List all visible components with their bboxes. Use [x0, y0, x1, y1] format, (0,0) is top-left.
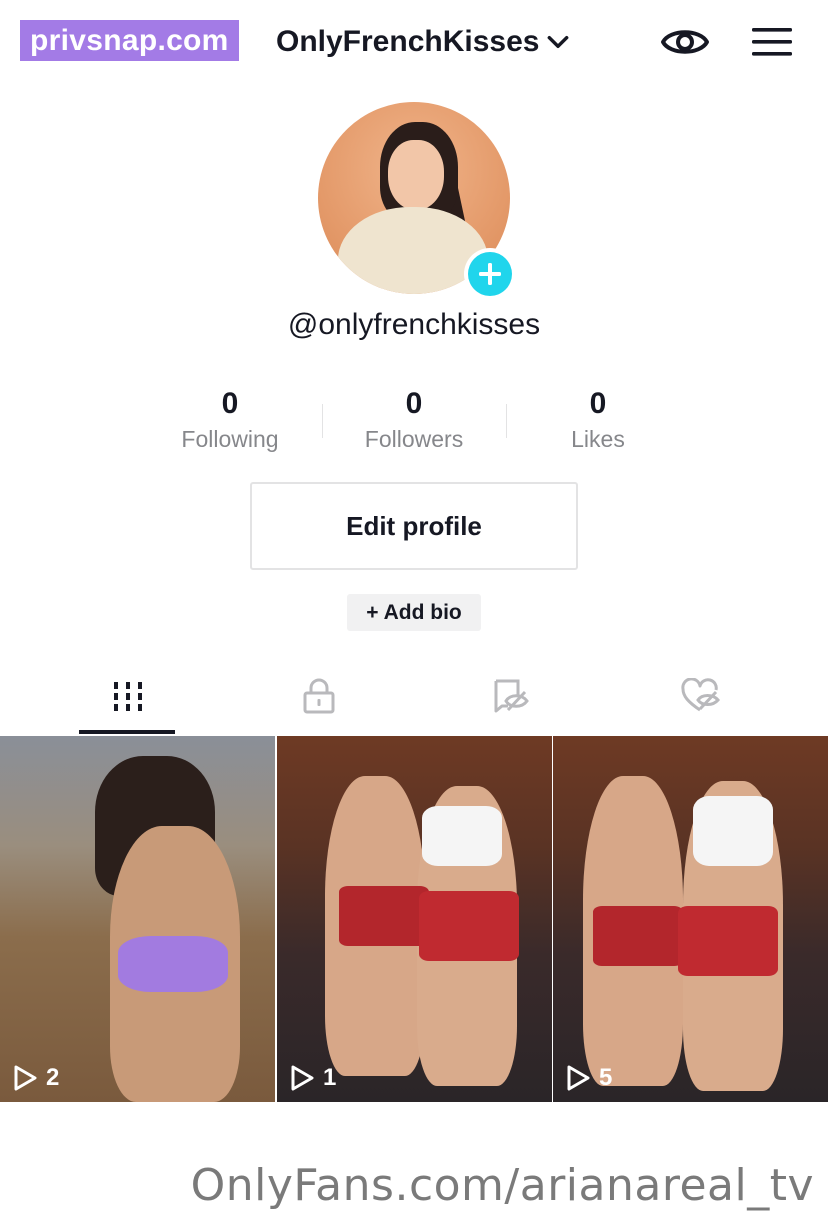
stat-following[interactable]: 0 Following	[138, 386, 322, 453]
watermark-top: privsnap.com	[20, 20, 239, 61]
top-bar: privsnap.com OnlyFrenchKisses	[0, 0, 828, 88]
tab-private[interactable]	[215, 658, 422, 734]
stat-followers[interactable]: 0 Followers	[322, 386, 506, 453]
stat-label: Followers	[364, 426, 464, 452]
play-count: 5	[565, 1064, 612, 1092]
tab-videos[interactable]	[24, 658, 231, 734]
hamburger-menu-icon	[752, 28, 792, 56]
play-count: 2	[12, 1064, 59, 1092]
eye-icon	[661, 30, 709, 54]
username: @onlyfrenchkisses	[287, 308, 541, 341]
chevron-down-icon	[548, 35, 569, 49]
stat-value: 0	[405, 387, 423, 420]
videos-grid-icon	[113, 682, 142, 711]
account-switcher[interactable]: OnlyFrenchKisses	[276, 20, 571, 64]
stat-value: 0	[221, 387, 239, 420]
lock-icon	[303, 678, 334, 714]
profile-avatar-container[interactable]	[318, 102, 516, 300]
play-count-value: 1	[323, 1064, 337, 1091]
tab-tagged[interactable]	[406, 658, 613, 734]
stat-label: Likes	[571, 426, 625, 452]
play-count-value: 2	[46, 1064, 60, 1091]
play-icon	[567, 1065, 590, 1091]
watermark-bottom: OnlyFans.com/arianareal_tv	[190, 1160, 814, 1211]
stat-likes[interactable]: 0 Likes	[506, 386, 690, 453]
eye-button[interactable]	[660, 20, 710, 64]
play-icon	[291, 1065, 314, 1091]
tab-liked[interactable]	[597, 658, 804, 734]
menu-button[interactable]	[750, 22, 794, 62]
video-thumbnail[interactable]: 5	[553, 736, 828, 1102]
liked-heart-icon	[680, 678, 720, 712]
profile-tabs	[0, 658, 828, 736]
plus-icon	[479, 263, 501, 285]
stat-value: 0	[589, 387, 607, 420]
active-tab-indicator	[79, 730, 175, 734]
account-name: OnlyFrenchKisses	[276, 25, 540, 58]
video-thumbnail[interactable]: 2	[0, 736, 275, 1102]
stat-label: Following	[181, 426, 279, 452]
add-photo-button[interactable]	[464, 248, 516, 300]
play-count: 1	[289, 1064, 336, 1092]
play-icon	[14, 1065, 37, 1091]
video-grid: 2 1 5	[0, 736, 828, 1102]
play-count-value: 5	[599, 1064, 613, 1091]
add-bio-button[interactable]: + Add bio	[347, 594, 481, 631]
edit-profile-button[interactable]: Edit profile	[250, 482, 578, 570]
tagged-eye-icon	[494, 679, 529, 713]
video-thumbnail[interactable]: 1	[277, 736, 552, 1102]
